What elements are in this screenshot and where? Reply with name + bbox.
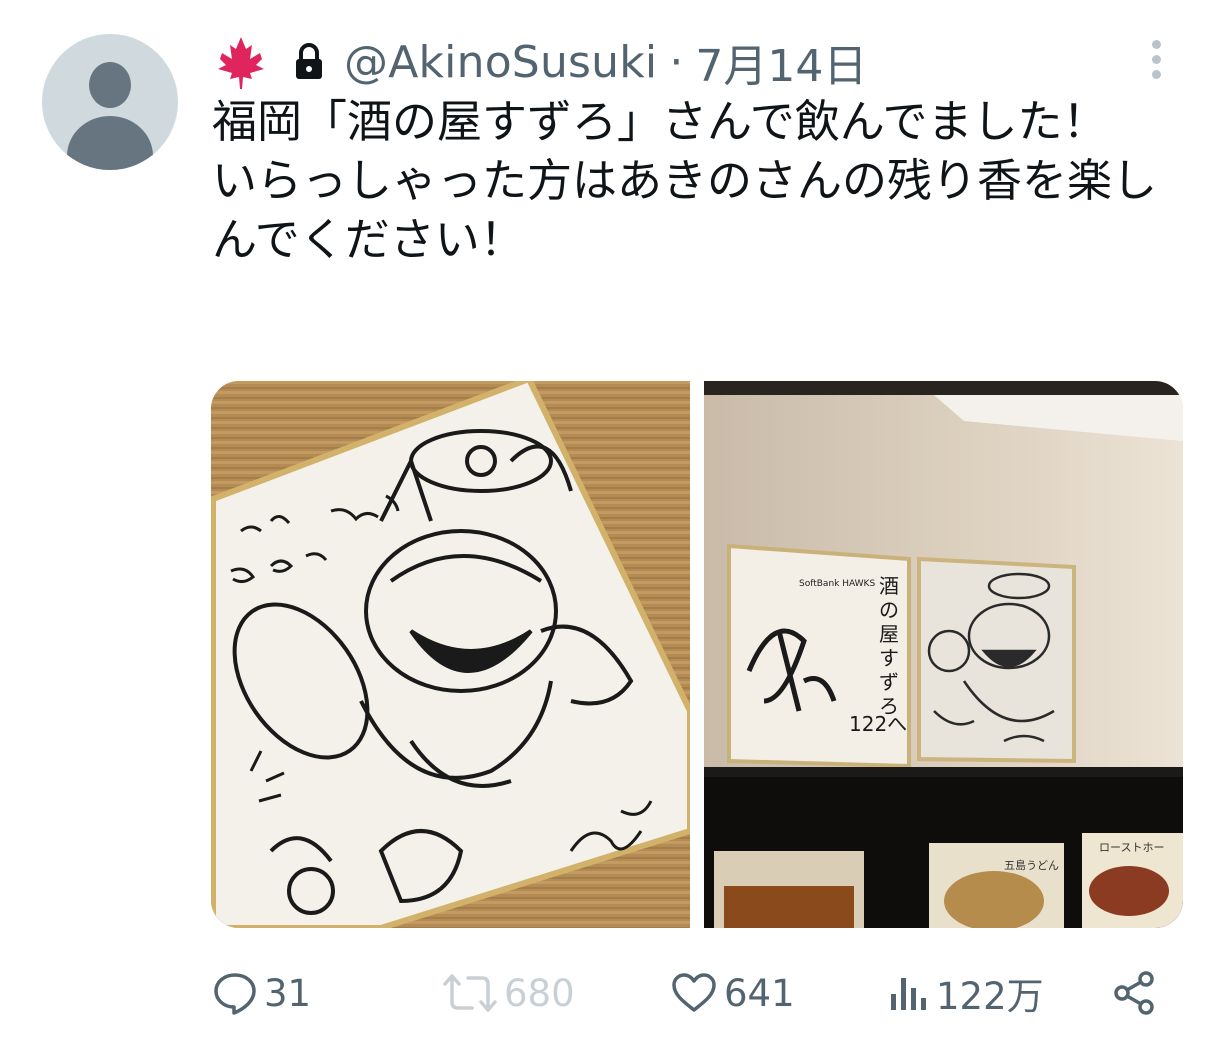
- avatar-head: [89, 62, 131, 108]
- avatar-shoulders: [67, 116, 153, 170]
- share-button[interactable]: [1112, 966, 1164, 1020]
- photo-shikishi[interactable]: [211, 381, 690, 928]
- svg-text:屋: 屋: [879, 622, 899, 646]
- retweet-icon: [443, 974, 497, 1012]
- tweet-header: @AkinoSusuki · 7月14日: [216, 34, 867, 92]
- avatar[interactable]: [42, 34, 178, 170]
- svg-text:す: す: [879, 646, 899, 670]
- like-button[interactable]: 641: [670, 966, 795, 1020]
- svg-text:酒: 酒: [879, 574, 899, 598]
- more-icon[interactable]: [1145, 40, 1167, 84]
- reply-count: 31: [264, 971, 312, 1015]
- tweet-text: 福岡「酒の屋すずろ」さんで飲んでました！ いらっしゃった方はあきのさんの残り香を…: [212, 95, 1158, 266]
- maple-leaf-icon: [218, 37, 264, 89]
- retweet-count: 680: [504, 971, 575, 1015]
- views-button[interactable]: 122万: [888, 966, 1044, 1020]
- photo-wall-drawing: SoftBank HAWKS 酒の屋 すずろ 122へ 五島うどん ローストホー: [704, 381, 1183, 928]
- separator-dot: ·: [669, 36, 684, 88]
- lock-icon: [296, 43, 322, 79]
- retweet-button[interactable]: 680: [442, 966, 575, 1020]
- action-bar: 31 680 641 122万: [212, 966, 1172, 1020]
- svg-text:SoftBank HAWKS: SoftBank HAWKS: [799, 579, 875, 589]
- media-grid: SoftBank HAWKS 酒の屋 すずろ 122へ 五島うどん ローストホー: [211, 381, 1183, 928]
- tweet-date[interactable]: 7月14日: [695, 30, 867, 94]
- views-icon: [891, 978, 926, 1010]
- reply-icon: [214, 973, 256, 1015]
- views-count: 122万: [936, 975, 1044, 1018]
- like-count: 641: [724, 971, 795, 1015]
- svg-text:の: の: [879, 598, 899, 622]
- menu-text-udon: 五島うどん: [1004, 858, 1059, 872]
- author-handle[interactable]: @AkinoSusuki: [344, 37, 657, 88]
- share-icon: [1114, 971, 1154, 1015]
- reply-button[interactable]: 31: [212, 966, 311, 1020]
- photo-shikishi-drawing: [211, 381, 690, 928]
- svg-text:ず: ず: [879, 670, 899, 694]
- photo-restaurant-wall[interactable]: SoftBank HAWKS 酒の屋 すずろ 122へ 五島うどん ローストホー: [704, 381, 1183, 928]
- like-icon: [672, 973, 716, 1012]
- svg-text:122へ: 122へ: [849, 712, 907, 736]
- menu-text-roast: ローストホー: [1099, 841, 1164, 854]
